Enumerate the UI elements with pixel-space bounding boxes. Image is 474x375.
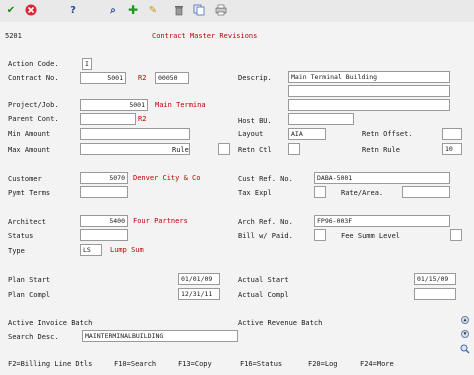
rule-field[interactable] <box>218 143 230 155</box>
active-revenue-batch-label: Active Revenue Batch <box>238 319 323 327</box>
zoom-icon[interactable] <box>460 344 470 354</box>
fkey-log[interactable]: F20=Log <box>308 360 338 368</box>
ok-check-icon[interactable]: ✔ <box>4 3 18 17</box>
plan-compl-field[interactable]: 12/31/11 <box>178 288 220 300</box>
arch-ref-no-field[interactable]: FP96-003F <box>314 215 450 227</box>
fkey-status[interactable]: F16=Status <box>240 360 282 368</box>
scroll-down-icon[interactable]: ▼ <box>461 330 469 338</box>
parent-cont-label: Parent Cont. <box>8 115 59 123</box>
retn-ctl-label: Retn Ctl <box>238 146 272 154</box>
customer-field[interactable]: 5070 <box>80 172 128 184</box>
contract-no-field[interactable]: 5001 <box>80 72 126 84</box>
active-invoice-batch-label: Active Invoice Batch <box>8 319 93 327</box>
action-code-field[interactable]: I <box>82 58 92 70</box>
bill-w-paid-field[interactable] <box>314 229 326 241</box>
type-label: Type <box>8 247 25 255</box>
page-title: Contract Master Revisions <box>152 32 258 40</box>
tax-expl-label: Tax Expl <box>238 189 272 197</box>
fkey-more[interactable]: F24=More <box>360 360 394 368</box>
scroll-up-icon[interactable]: ▲ <box>461 316 469 324</box>
contract-company-code: R2 <box>138 74 147 82</box>
edit-pencil-icon[interactable]: ✎ <box>146 3 160 17</box>
cust-ref-no-label: Cust Ref. No. <box>238 175 293 183</box>
host-bu-field[interactable] <box>288 113 354 125</box>
status-field[interactable] <box>80 229 128 241</box>
pymt-terms-label: Pymt Terms <box>8 189 51 197</box>
fkey-copy[interactable]: F13=Copy <box>178 360 212 368</box>
delete-trash-icon[interactable] <box>172 3 186 17</box>
min-amount-field[interactable] <box>80 128 190 140</box>
tax-expl-field[interactable] <box>314 186 326 198</box>
project-job-name: Main Termina <box>155 101 206 109</box>
pymt-terms-field[interactable] <box>80 186 128 198</box>
search-desc-field[interactable]: MAINTERMINALBUILDING <box>82 330 238 342</box>
architect-name: Four Partners <box>133 217 188 225</box>
print-icon[interactable] <box>214 3 228 17</box>
actual-compl-label: Actual Compl <box>238 291 289 299</box>
fee-summ-level-field[interactable] <box>450 229 462 241</box>
customer-label: Customer <box>8 175 42 183</box>
rate-area-field[interactable] <box>402 186 450 198</box>
plan-compl-label: Plan Compl <box>8 291 51 299</box>
toolbar: ✔ ? ⌕ ✚ ✎ <box>0 0 474 23</box>
cust-ref-no-field[interactable]: DABA-5001 <box>314 172 450 184</box>
actual-start-field[interactable]: 01/15/09 <box>414 273 456 285</box>
retn-rule-field[interactable]: 10 <box>442 143 462 155</box>
rate-area-label: Rate/Area. <box>341 189 384 197</box>
fee-summ-level-label: Fee Summ Level <box>341 232 401 240</box>
find-icon[interactable]: ⌕ <box>106 3 120 17</box>
retn-ctl-field[interactable] <box>288 143 300 155</box>
add-plus-icon[interactable]: ✚ <box>126 3 140 17</box>
project-job-label: Project/Job. <box>8 101 59 109</box>
layout-field[interactable]: AIA <box>288 128 326 140</box>
customer-name: Denver City & Co <box>133 174 201 182</box>
rule-label: Rule <box>172 146 189 154</box>
max-amount-label: Max Amount <box>8 146 51 154</box>
type-field[interactable]: LS <box>80 244 102 256</box>
retn-offset-label: Retn Offset. <box>362 130 413 138</box>
retn-rule-label: Retn Rule <box>362 146 400 154</box>
architect-label: Architect <box>8 218 46 226</box>
contract-no-label: Contract No. <box>8 74 59 82</box>
parent-cont-field[interactable] <box>80 113 136 125</box>
action-code-label: Action Code. <box>8 60 59 68</box>
help-question-icon[interactable]: ? <box>66 3 80 17</box>
parent-cont-code: R2 <box>138 115 147 123</box>
arch-ref-no-label: Arch Ref. No. <box>238 218 293 226</box>
cancel-x-icon[interactable] <box>24 3 38 17</box>
search-desc-label: Search Desc. <box>8 333 59 341</box>
project-job-field[interactable]: 5001 <box>80 99 148 111</box>
retn-offset-field[interactable] <box>442 128 462 140</box>
actual-compl-field[interactable] <box>414 288 456 300</box>
min-amount-label: Min Amount <box>8 130 51 138</box>
description-field-3[interactable] <box>288 99 450 111</box>
actual-start-label: Actual Start <box>238 276 289 284</box>
fkey-billing-line-dtls[interactable]: F2=Billing Line Dtls <box>8 360 92 368</box>
type-name: Lump Sum <box>110 246 144 254</box>
contract-no-suffix-field[interactable]: 00050 <box>155 72 189 84</box>
description-label: Descrip. <box>238 74 272 82</box>
architect-field[interactable]: 5400 <box>80 215 128 227</box>
fkey-search[interactable]: F10=Search <box>114 360 156 368</box>
bill-w-paid-label: Bill w/ Paid. <box>238 232 293 240</box>
copy-icon[interactable] <box>192 3 206 17</box>
status-label: Status <box>8 232 34 240</box>
host-bu-label: Host BU. <box>238 117 272 125</box>
plan-start-label: Plan Start <box>8 276 51 284</box>
form-id: 5201 <box>5 32 22 40</box>
description-field[interactable]: Main Terminal Building <box>288 71 450 83</box>
description-field-2[interactable] <box>288 85 450 97</box>
plan-start-field[interactable]: 01/01/09 <box>178 273 220 285</box>
layout-label: Layout <box>238 130 264 138</box>
